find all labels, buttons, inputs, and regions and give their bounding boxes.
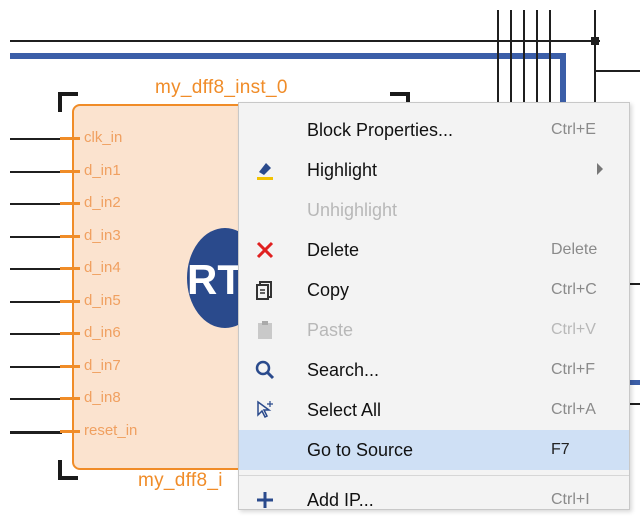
- wire[interactable]: [549, 10, 551, 102]
- pin-stub[interactable]: [60, 332, 80, 335]
- input-wire[interactable]: [10, 171, 62, 173]
- menu-item-select-all[interactable]: Select All Ctrl+A: [239, 390, 629, 430]
- input-wire[interactable]: [10, 333, 62, 335]
- menu-item-shortcut: Delete: [551, 241, 598, 258]
- pin-stub[interactable]: [60, 170, 80, 173]
- input-wire[interactable]: [10, 236, 62, 238]
- pin-stub[interactable]: [60, 267, 80, 270]
- menu-separator: [239, 475, 629, 476]
- paste-icon: [253, 318, 277, 342]
- menu-item-shortcut: F7: [551, 441, 570, 458]
- search-icon: [253, 358, 277, 382]
- menu-item-paste[interactable]: Paste Ctrl+V: [239, 310, 629, 350]
- bus-wire[interactable]: [10, 53, 565, 59]
- menu-item-label: Copy: [307, 280, 350, 300]
- menu-item-highlight[interactable]: Highlight: [239, 150, 629, 190]
- pin-stub[interactable]: [60, 430, 80, 433]
- wire[interactable]: [536, 10, 538, 102]
- menu-item-unhighlight[interactable]: Unhighlight: [239, 190, 629, 230]
- input-wire[interactable]: [10, 203, 62, 205]
- select-all-icon: [253, 398, 277, 422]
- menu-item-shortcut: Ctrl+F: [551, 361, 595, 378]
- menu-item-shortcut: Ctrl+A: [551, 401, 596, 418]
- pin-label: reset_in: [84, 422, 138, 439]
- submenu-arrow-icon: [597, 163, 603, 175]
- pin-stub[interactable]: [60, 202, 80, 205]
- menu-item-copy[interactable]: Copy Ctrl+C: [239, 270, 629, 310]
- menu-item-label: Block Properties...: [307, 120, 454, 140]
- wire[interactable]: [594, 10, 596, 102]
- menu-item-shortcut: Ctrl+E: [551, 121, 596, 138]
- menu-item-label: Delete: [307, 240, 360, 260]
- menu-item-shortcut: Ctrl+C: [551, 281, 597, 298]
- menu-item-add-ip[interactable]: Add IP... Ctrl+I: [239, 480, 629, 520]
- pin-label: d_in5: [84, 292, 121, 309]
- input-wire[interactable]: [10, 138, 62, 140]
- input-wire[interactable]: [10, 431, 62, 434]
- input-wire[interactable]: [10, 366, 62, 368]
- junction-dot: [591, 37, 599, 45]
- pin-label: d_in8: [84, 389, 121, 406]
- pin-label: d_in7: [84, 357, 121, 374]
- pin-stub[interactable]: [60, 365, 80, 368]
- menu-item-label: Select All: [307, 400, 382, 420]
- wire[interactable]: [510, 10, 512, 102]
- pin-label: d_in3: [84, 227, 121, 244]
- pin-label: d_in6: [84, 324, 121, 341]
- input-wire[interactable]: [10, 268, 62, 270]
- menu-item-label: Search...: [307, 360, 380, 380]
- menu-item-block-properties[interactable]: Block Properties... Ctrl+E: [239, 110, 629, 150]
- menu-item-label: Paste: [307, 320, 354, 340]
- highlight-icon: [253, 158, 277, 182]
- menu-item-label: Go to Source: [307, 440, 414, 460]
- pin-stub[interactable]: [60, 397, 80, 400]
- pin-label: d_in4: [84, 259, 121, 276]
- block-instance-name-bottom: my_dff8_i: [138, 470, 223, 491]
- block-instance-name: my_dff8_inst_0: [155, 77, 288, 98]
- wire[interactable]: [594, 70, 640, 72]
- menu-item-shortcut: Ctrl+I: [551, 491, 590, 508]
- copy-icon: [253, 278, 277, 302]
- context-menu: Block Properties... Ctrl+E Highlight Unh…: [238, 102, 630, 510]
- wire[interactable]: [497, 10, 499, 102]
- menu-item-search[interactable]: Search... Ctrl+F: [239, 350, 629, 390]
- pin-label: clk_in: [84, 129, 123, 146]
- menu-item-delete[interactable]: Delete Delete: [239, 230, 629, 270]
- input-wire[interactable]: [10, 301, 62, 303]
- wire[interactable]: [523, 10, 525, 102]
- pin-stub[interactable]: [60, 137, 80, 140]
- input-wire[interactable]: [10, 398, 62, 400]
- delete-x-icon: [253, 238, 277, 262]
- pin-label: d_in2: [84, 194, 121, 211]
- pin-stub[interactable]: [60, 235, 80, 238]
- pin-label: d_in1: [84, 162, 121, 179]
- menu-item-label: Unhighlight: [307, 200, 398, 220]
- menu-item-label: Highlight: [307, 160, 378, 180]
- menu-item-shortcut: Ctrl+V: [551, 321, 596, 338]
- add-icon: [253, 488, 277, 512]
- menu-item-go-to-source[interactable]: Go to Source F7: [239, 430, 629, 470]
- pin-stub[interactable]: [60, 300, 80, 303]
